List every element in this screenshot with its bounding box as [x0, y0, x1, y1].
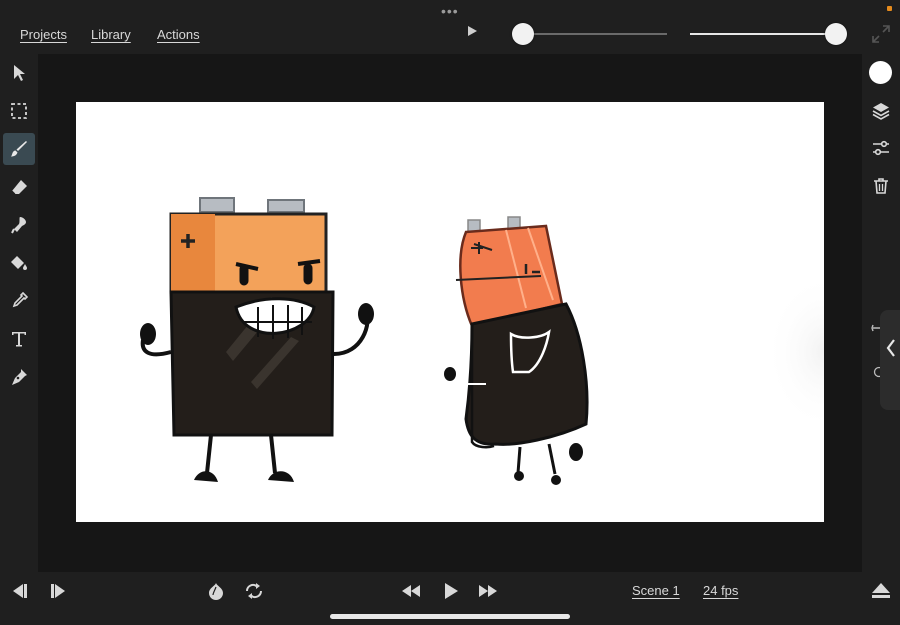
fast-forward-button[interactable] [476, 580, 500, 602]
select-tool[interactable] [3, 57, 35, 89]
fast-forward-icon [479, 585, 497, 597]
adjustments-icon [873, 140, 889, 156]
marquee-tool[interactable] [3, 95, 35, 127]
scene-selector[interactable]: Scene 1 [632, 583, 680, 598]
select-icon [14, 65, 25, 81]
fps-selector[interactable]: 24 fps [703, 583, 738, 598]
next-frame-button[interactable] [47, 580, 71, 602]
fill-tool[interactable] [3, 247, 35, 279]
pen-icon [12, 369, 27, 385]
layers-icon [872, 103, 890, 120]
recording-indicator [887, 6, 892, 11]
opacity-slider-knob[interactable] [825, 23, 847, 45]
eraser-icon [11, 180, 27, 195]
onion-skin-button[interactable] [204, 580, 228, 602]
step-back-icon [13, 584, 27, 598]
rewind-button[interactable] [399, 580, 423, 602]
play-preview-icon[interactable] [468, 26, 477, 36]
rewind-icon [402, 585, 420, 597]
battery-characters-drawing [140, 197, 824, 485]
menu-library[interactable]: Library [91, 27, 131, 42]
adjustments-button[interactable] [869, 136, 893, 160]
pen-tool[interactable] [3, 361, 35, 393]
eyedropper-icon [12, 291, 29, 308]
trash-icon [874, 178, 888, 194]
chevron-left-icon [886, 339, 895, 357]
marquee-icon [11, 103, 27, 119]
brush-icon [11, 141, 27, 157]
color-swatch[interactable] [869, 61, 892, 84]
text-tool[interactable] [3, 323, 35, 355]
eraser-tool[interactable] [3, 171, 35, 203]
smudge-tool[interactable] [3, 209, 35, 241]
eyedropper-tool[interactable] [3, 285, 35, 317]
expand-icon[interactable] [871, 24, 891, 44]
fill-bucket-icon [11, 256, 27, 270]
loop-icon [245, 583, 263, 599]
smudge-icon [11, 217, 26, 234]
text-icon [12, 332, 26, 347]
onion-icon [209, 583, 223, 600]
menu-projects[interactable]: Projects [20, 27, 67, 42]
previous-frame-button[interactable] [7, 580, 31, 602]
delete-button[interactable] [869, 174, 893, 198]
brush-tool[interactable] [3, 133, 35, 165]
step-forward-icon [51, 584, 65, 598]
onion-skin-slider-knob[interactable] [512, 23, 534, 45]
loop-button[interactable] [242, 580, 266, 602]
opacity-slider-track[interactable] [690, 33, 840, 35]
play-button[interactable] [439, 580, 463, 602]
onion-skin-slider-track[interactable] [513, 33, 667, 35]
eject-icon [872, 583, 890, 598]
timeline-toggle-button[interactable] [869, 580, 893, 602]
menu-actions[interactable]: Actions [157, 27, 200, 42]
play-icon [445, 583, 458, 599]
side-panel-toggle[interactable] [880, 310, 900, 410]
layers-button[interactable] [869, 99, 893, 123]
more-options-icon[interactable]: ••• [441, 3, 459, 19]
home-indicator[interactable] [330, 614, 570, 619]
drawing-canvas[interactable] [76, 102, 824, 522]
